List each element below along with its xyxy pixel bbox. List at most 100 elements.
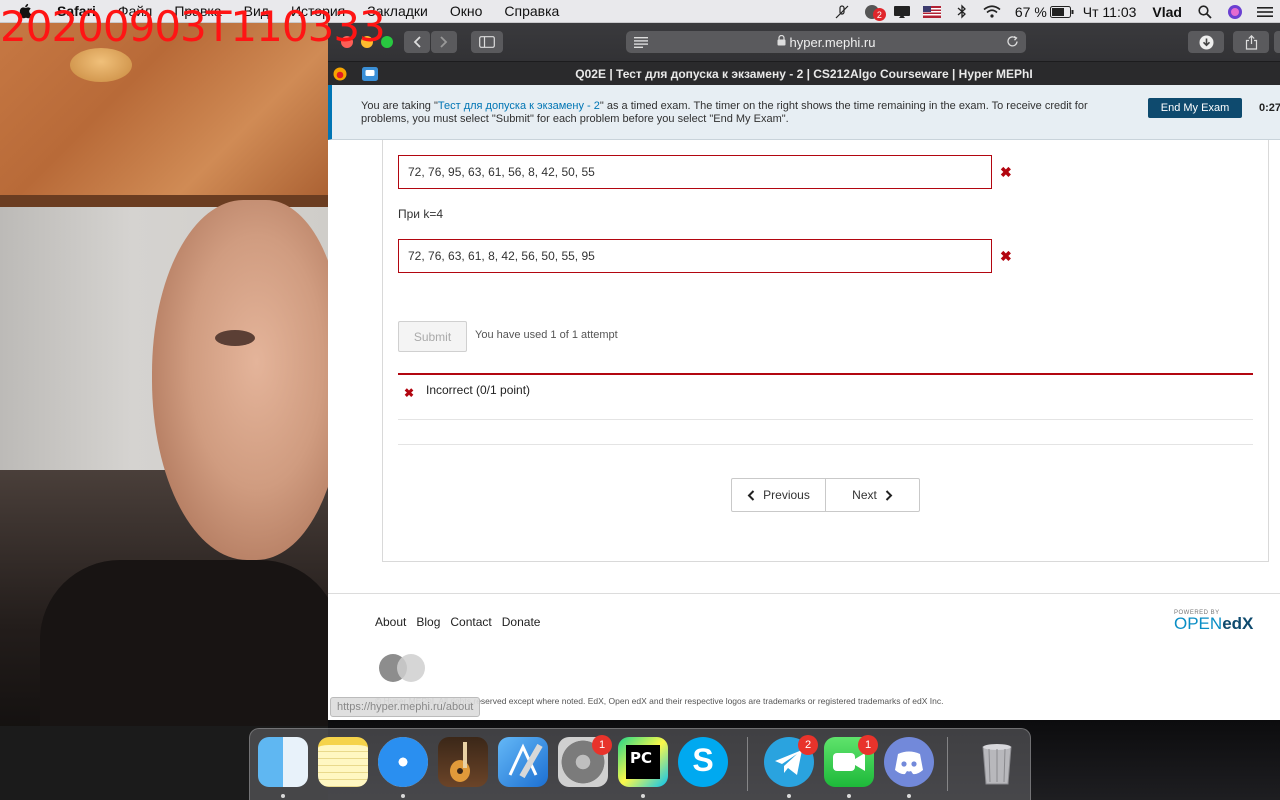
notes-icon[interactable] bbox=[318, 737, 368, 787]
exam-message: You are taking "Тест для допуска к экзам… bbox=[361, 100, 1091, 126]
chevron-right-icon bbox=[440, 36, 448, 48]
telegram-badge: 2 bbox=[798, 735, 818, 755]
safari-icon[interactable] bbox=[378, 737, 428, 787]
lock-icon bbox=[777, 34, 786, 49]
battery-percent[interactable]: 67 % bbox=[1007, 4, 1055, 20]
control-center-icon[interactable] bbox=[1250, 0, 1280, 23]
incorrect-x-icon: ✖ bbox=[1000, 164, 1012, 180]
menu-help[interactable]: Справка bbox=[493, 3, 570, 19]
address-bar[interactable]: hyper.mephi.ru bbox=[626, 31, 1026, 53]
footer-link-about[interactable]: About bbox=[375, 615, 406, 629]
end-my-exam-button[interactable]: End My Exam bbox=[1148, 98, 1242, 118]
creative-commons-icon bbox=[379, 654, 425, 682]
url-text: hyper.mephi.ru bbox=[789, 34, 876, 50]
footer-link-contact[interactable]: Contact bbox=[450, 615, 491, 629]
footer-divider bbox=[328, 593, 1280, 594]
webcam-cabinet-knob bbox=[70, 48, 132, 82]
notification-icon[interactable]: 2 bbox=[857, 0, 887, 23]
wifi-icon[interactable] bbox=[977, 0, 1007, 23]
reader-icon[interactable] bbox=[634, 36, 648, 51]
openedx-edx: edX bbox=[1222, 614, 1254, 633]
previous-button[interactable]: Previous bbox=[732, 479, 825, 511]
chevron-left-icon bbox=[413, 36, 421, 48]
exam-message-prefix: You are taking " bbox=[361, 100, 438, 112]
powered-by-openedx-logo[interactable]: POWERED BY OPENedX bbox=[1174, 610, 1253, 632]
menu-window[interactable]: Окно bbox=[439, 3, 494, 19]
question-label-k4: При k=4 bbox=[398, 207, 444, 221]
running-indicator bbox=[847, 794, 851, 798]
answer-input-1[interactable]: 72, 76, 95, 63, 61, 56, 8, 42, 50, 55 bbox=[398, 155, 992, 189]
bluetooth-icon[interactable] bbox=[947, 0, 977, 23]
webcam-overlay bbox=[0, 0, 328, 726]
webcam-face bbox=[152, 200, 328, 560]
siri-icon[interactable] bbox=[1220, 0, 1250, 23]
webcam-eye bbox=[215, 330, 255, 346]
sequence-navigation: Previous Next bbox=[731, 478, 920, 512]
timed-exam-banner: You are taking "Тест для допуска к экзам… bbox=[328, 85, 1280, 140]
forward-button[interactable] bbox=[431, 31, 457, 53]
share-icon bbox=[1245, 34, 1257, 50]
notification-badge: 2 bbox=[872, 8, 886, 21]
us-flag-icon[interactable] bbox=[917, 0, 947, 23]
recording-timestamp: 20200903T110333 bbox=[0, 2, 386, 51]
course-content: 72, 76, 95, 63, 61, 56, 8, 42, 50, 55 ✖ … bbox=[328, 140, 1280, 720]
facetime-badge: 1 bbox=[858, 735, 878, 755]
dock-separator bbox=[747, 737, 748, 791]
battery-icon[interactable] bbox=[1049, 0, 1075, 23]
result-divider bbox=[398, 373, 1253, 375]
dock-separator bbox=[947, 737, 948, 791]
trash-icon[interactable] bbox=[972, 737, 1022, 787]
download-icon bbox=[1199, 35, 1213, 49]
browser-window: hyper.mephi.ru Q02E | Тест для допуска к… bbox=[328, 23, 1280, 720]
result-status: Incorrect (0/1 point) bbox=[426, 383, 531, 397]
incorrect-x-icon: ✖ bbox=[404, 386, 415, 400]
exam-name-link[interactable]: Тест для допуска к экзамену - 2 bbox=[438, 100, 600, 112]
incorrect-x-icon: ✖ bbox=[1000, 248, 1012, 264]
new-tab-button[interactable] bbox=[1274, 31, 1280, 53]
divider bbox=[398, 419, 1253, 420]
running-indicator bbox=[907, 794, 911, 798]
sidebar-icon bbox=[479, 36, 495, 48]
submit-button[interactable]: Submit bbox=[398, 321, 467, 352]
attempts-info: You have used 1 of 1 attempt bbox=[475, 329, 618, 341]
garageband-icon[interactable] bbox=[438, 737, 488, 787]
running-indicator bbox=[787, 794, 791, 798]
next-label: Next bbox=[852, 488, 877, 502]
back-button[interactable] bbox=[404, 31, 430, 53]
airplay-icon[interactable] bbox=[887, 0, 917, 23]
footer-links: About Blog Contact Donate bbox=[375, 615, 540, 629]
mic-muted-icon[interactable] bbox=[827, 0, 857, 23]
share-button[interactable] bbox=[1233, 31, 1269, 53]
link-status-url: https://hyper.mephi.ru/about bbox=[330, 697, 481, 717]
openedx-open: OPEN bbox=[1174, 614, 1223, 633]
sidebar-toggle-button[interactable] bbox=[471, 31, 503, 53]
menubar-user[interactable]: Vlad bbox=[1144, 4, 1190, 20]
next-button[interactable]: Next bbox=[825, 479, 919, 511]
reload-icon[interactable] bbox=[1006, 35, 1019, 51]
running-indicator bbox=[281, 794, 285, 798]
pycharm-icon[interactable]: PC bbox=[618, 737, 668, 787]
divider bbox=[398, 444, 1253, 445]
system-preferences-badge: 1 bbox=[592, 735, 612, 755]
dock: 1 PC S 2 1 bbox=[249, 728, 1031, 800]
webcam-shirt bbox=[40, 560, 328, 726]
running-indicator bbox=[641, 794, 645, 798]
previous-label: Previous bbox=[763, 488, 810, 502]
discord-icon[interactable] bbox=[884, 737, 934, 787]
xcode-icon[interactable] bbox=[498, 737, 548, 787]
finder-icon[interactable] bbox=[258, 737, 308, 787]
footer-link-blog[interactable]: Blog bbox=[416, 615, 440, 629]
answer-input-2[interactable]: 72, 76, 63, 61, 8, 42, 56, 50, 55, 95 bbox=[398, 239, 992, 273]
browser-toolbar: hyper.mephi.ru bbox=[328, 23, 1280, 61]
running-indicator bbox=[401, 794, 405, 798]
footer-link-donate[interactable]: Donate bbox=[502, 615, 541, 629]
chevron-left-icon bbox=[747, 489, 755, 501]
tab-title[interactable]: Q02E | Тест для допуска к экзамену - 2 |… bbox=[328, 67, 1280, 81]
downloads-button[interactable] bbox=[1188, 31, 1224, 53]
menubar-clock[interactable]: Чт 11:03 bbox=[1075, 4, 1145, 20]
tab-bar: Q02E | Тест для допуска к экзамену - 2 |… bbox=[328, 61, 1280, 85]
chevron-right-icon bbox=[885, 489, 893, 501]
skype-icon[interactable]: S bbox=[678, 737, 728, 787]
spotlight-search-icon[interactable] bbox=[1190, 0, 1220, 23]
exam-timer: 0:27: bbox=[1259, 102, 1280, 114]
